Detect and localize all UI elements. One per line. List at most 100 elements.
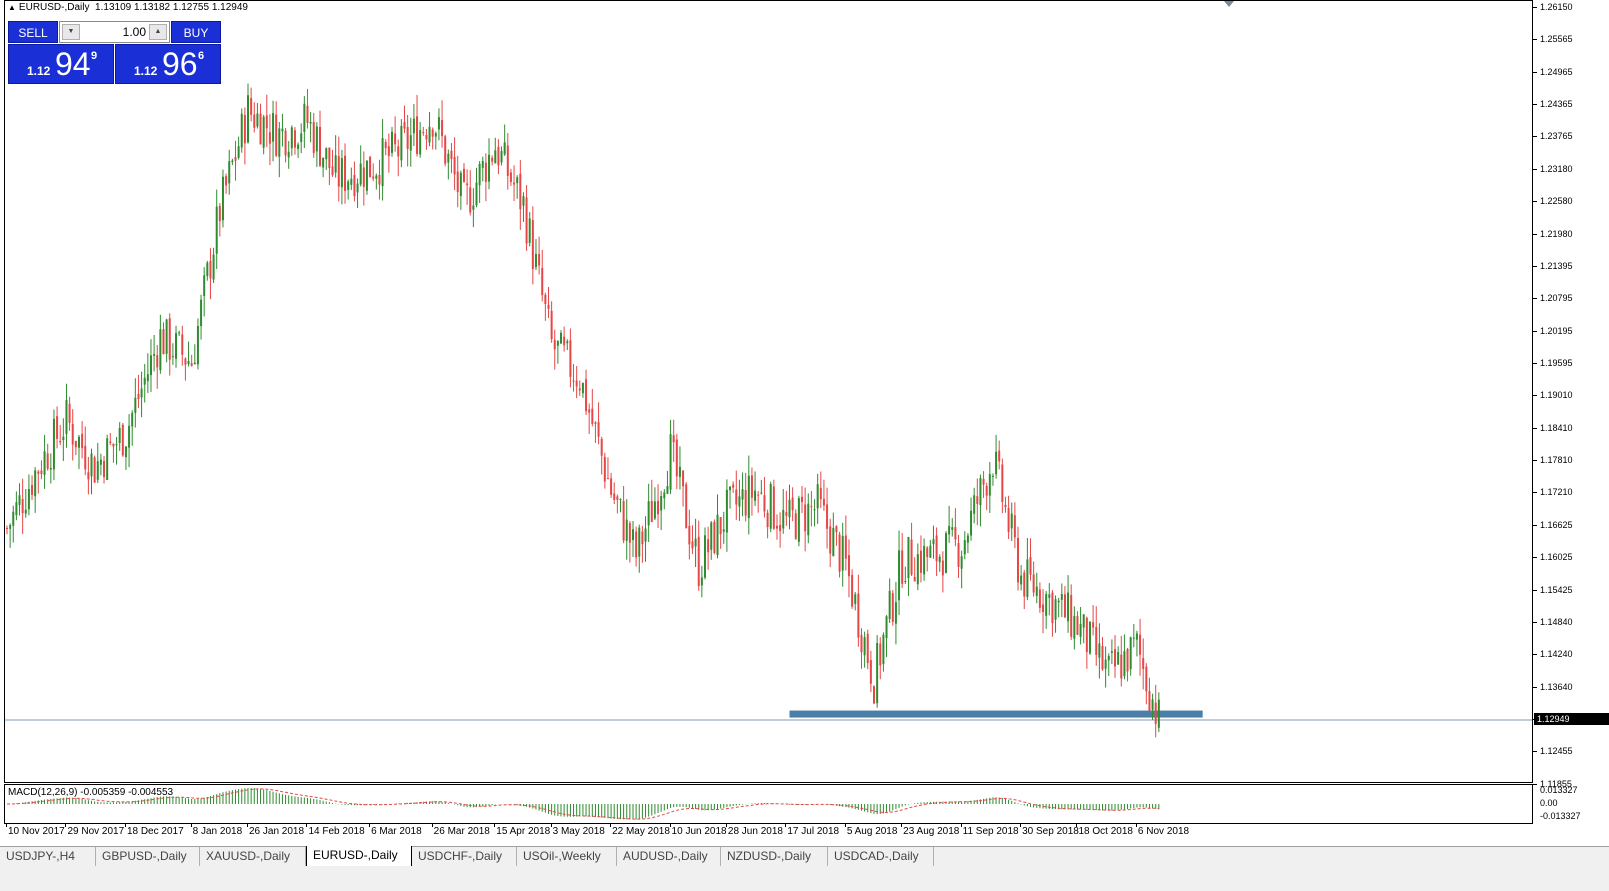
candle-body — [945, 533, 947, 573]
candle-body — [1110, 651, 1113, 653]
candle-body — [522, 196, 525, 206]
price-tick-label: 1.21395 — [1540, 260, 1573, 271]
candle-body — [193, 362, 196, 365]
candle-body — [287, 151, 290, 158]
candle-body — [441, 120, 444, 137]
chart-tab[interactable]: USDCAD-,Daily — [828, 847, 934, 866]
candle-body — [256, 113, 259, 127]
price-axis[interactable]: 1.26150 1.25565 1.24965 1.24365 1.23765 1.231… — [1533, 0, 1609, 824]
price-tick-mark — [1533, 589, 1537, 591]
candle-body — [938, 556, 941, 563]
lot-increase-icon[interactable]: ▲ — [149, 24, 167, 40]
sell-button[interactable]: SELL — [8, 21, 58, 43]
candle-body — [1035, 586, 1038, 596]
price-tick-mark — [1533, 71, 1537, 73]
collapse-triangle-icon[interactable]: ▲ — [8, 3, 16, 12]
candle-body — [757, 494, 760, 496]
lot-size-stepper[interactable]: ▼ ▲ — [59, 21, 170, 43]
time-tick-mark — [306, 824, 308, 827]
chart-tab[interactable]: NZDUSD-,Daily — [721, 847, 828, 866]
time-tick-mark — [1076, 824, 1078, 827]
price-tick-label: 1.24965 — [1540, 66, 1573, 77]
one-click-trading-panel: SELL ▼ ▲ BUY 1.12 94 9 1.12 96 6 — [8, 21, 221, 84]
candle-body — [891, 593, 894, 622]
candle-body — [638, 527, 641, 557]
candle-body — [1023, 572, 1026, 597]
candle-body — [450, 150, 453, 159]
lot-decrease-icon[interactable]: ▼ — [62, 24, 80, 40]
candle-body — [556, 340, 559, 346]
time-tick-mark — [1020, 824, 1022, 827]
time-tick-mark — [785, 824, 787, 827]
candle-body — [794, 513, 797, 539]
candle-body — [685, 484, 688, 529]
candle-body — [669, 434, 672, 490]
chart-tab[interactable]: GBPUSD-,Daily — [96, 847, 200, 866]
candle-body — [309, 121, 312, 124]
buy-price-quote[interactable]: 1.12 96 6 — [115, 44, 221, 84]
candle-body — [713, 521, 716, 553]
price-tick-label: 1.13640 — [1540, 681, 1573, 692]
time-axis[interactable]: 10 Nov 2017 29 Nov 2017 18 Dec 2017 8 Jan 2… — [4, 824, 1533, 840]
candle-body — [447, 153, 450, 163]
candle-body — [616, 496, 619, 500]
buy-button[interactable]: BUY — [171, 21, 221, 43]
chart-tab[interactable]: USOil-,Weekly — [517, 847, 617, 866]
candle-body — [644, 528, 647, 542]
candle-body — [919, 550, 922, 573]
candle-body — [225, 176, 228, 186]
candle-body — [1032, 574, 1035, 593]
price-chart[interactable] — [4, 0, 1533, 783]
candle-body — [196, 325, 199, 365]
lot-size-input[interactable] — [82, 23, 146, 41]
candle-body — [278, 128, 281, 157]
candle-body — [12, 511, 15, 526]
price-tick-mark — [1533, 136, 1537, 138]
chart-header: ▲ EURUSD-,Daily 1.13109 1.13182 1.12755 1… — [8, 2, 248, 13]
candle-body — [785, 512, 788, 516]
chart-tab[interactable]: AUDUSD-,Daily — [617, 847, 721, 866]
chart-tab[interactable]: XAUUSD-,Daily — [200, 847, 306, 866]
candle-body — [206, 262, 209, 277]
price-tick-mark — [1533, 783, 1537, 785]
candle-body — [1029, 557, 1032, 575]
candle-body — [444, 136, 447, 164]
support-zone-rectangle[interactable] — [789, 710, 1203, 718]
chart-tab[interactable]: USDJPY-,H4 — [0, 847, 96, 866]
sell-price-quote[interactable]: 1.12 94 9 — [8, 44, 114, 84]
candle-body — [1026, 559, 1029, 597]
candle-body — [178, 332, 181, 334]
candle-body — [973, 495, 976, 514]
candle-body — [240, 113, 243, 148]
candle-body — [1067, 592, 1070, 622]
candle-body — [253, 114, 256, 128]
candle-body — [1107, 655, 1110, 661]
candle-body — [359, 163, 362, 185]
candle-body — [829, 526, 832, 554]
candle-body — [247, 95, 250, 143]
candle-body — [894, 602, 897, 624]
price-tick-mark — [1533, 265, 1537, 267]
candle-body — [775, 525, 778, 529]
candle-body — [334, 155, 337, 173]
candle-body — [560, 332, 563, 344]
chart-shift-marker-icon[interactable] — [1224, 1, 1234, 7]
candle-body — [118, 427, 121, 444]
candle-body — [851, 575, 854, 607]
candle-body — [813, 509, 816, 511]
candle-body — [187, 360, 190, 365]
chart-tab[interactable]: EURUSD-,Daily — [306, 846, 412, 867]
candle-body — [538, 253, 541, 266]
candle-body — [378, 174, 381, 185]
macd-subwindow[interactable] — [4, 784, 1533, 824]
candle-body — [1104, 659, 1107, 669]
candle-body — [697, 536, 700, 587]
candle-body — [149, 355, 152, 376]
candle-body — [397, 146, 400, 157]
candle-body — [115, 444, 118, 446]
candle-body — [103, 460, 106, 478]
price-tick-label: 1.19010 — [1540, 390, 1573, 401]
candle-body — [763, 495, 766, 512]
chart-tab[interactable]: USDCHF-,Daily — [412, 847, 517, 866]
candle-body — [769, 483, 772, 529]
